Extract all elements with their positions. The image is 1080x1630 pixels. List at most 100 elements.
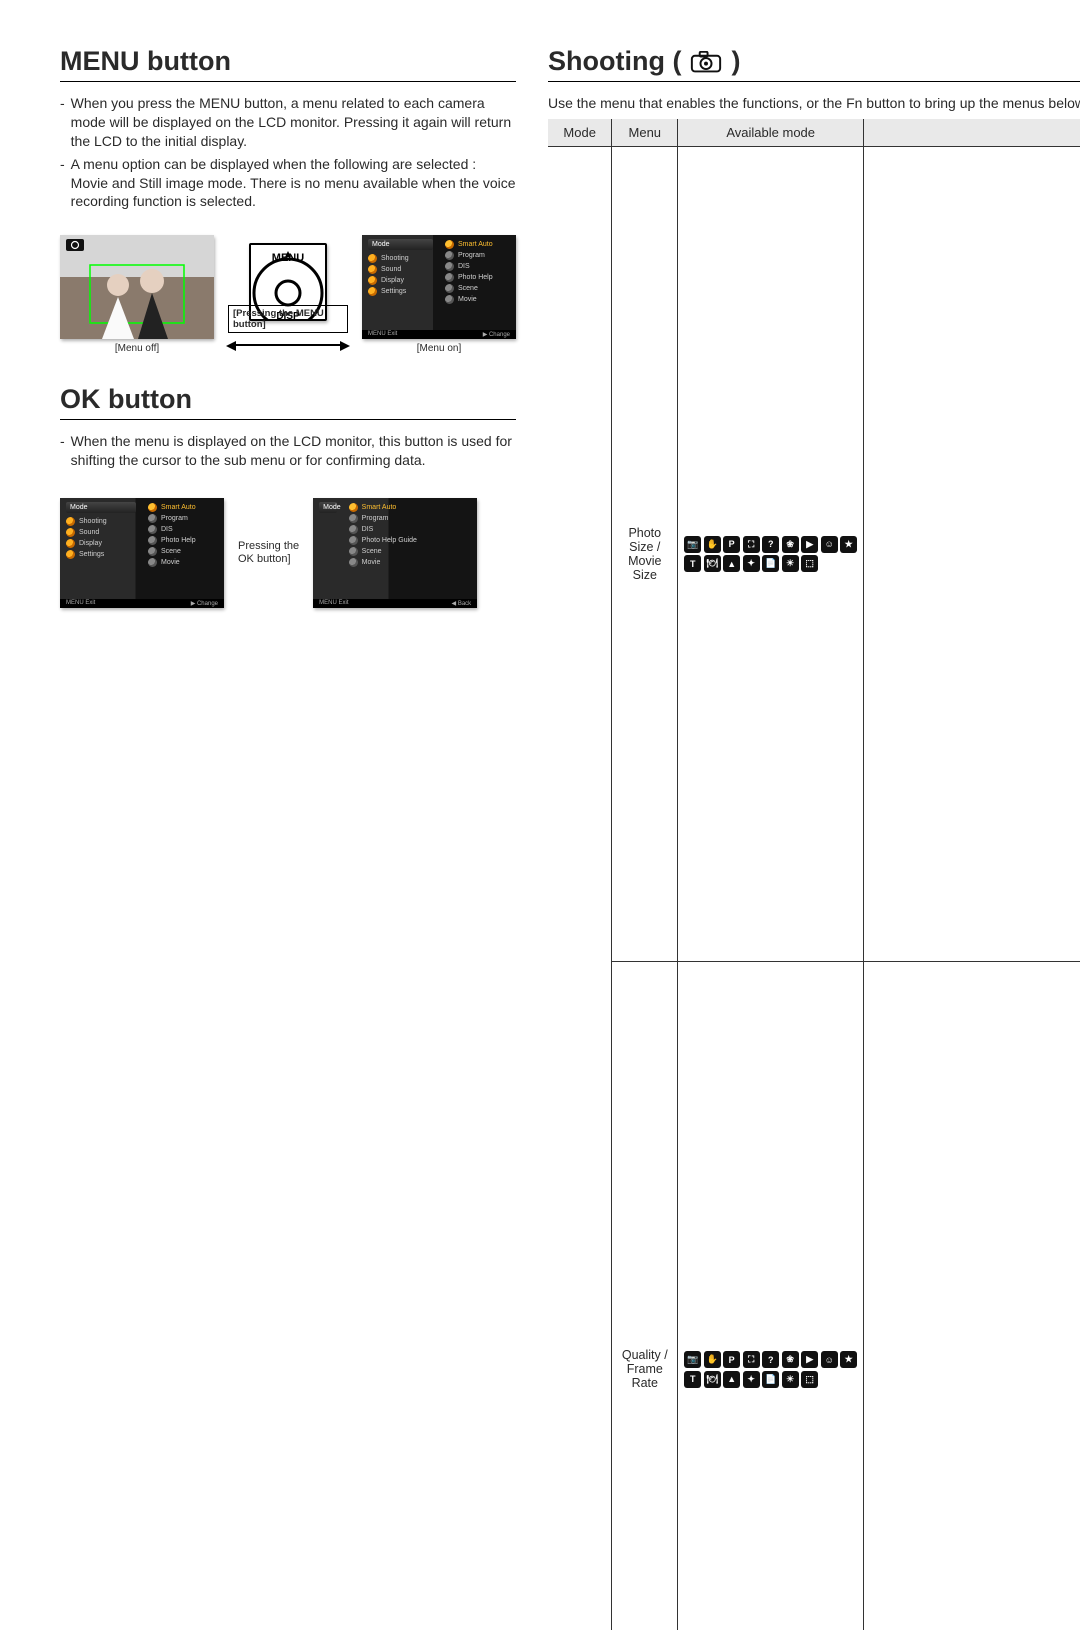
submenu-row: Scene (349, 546, 471, 557)
menu-diagram: [Menu off] MENU DISP [Pressi (60, 235, 516, 354)
mode-icon: ▶ (801, 536, 818, 553)
submenu-row: Photo Help (445, 272, 510, 283)
mode-icon: ⬚ (801, 1371, 818, 1388)
ok-button-heading: OK button (60, 384, 516, 420)
mode-icon: 📄 (762, 555, 779, 572)
camera-icon (689, 51, 723, 73)
submenu-row: Program (148, 513, 218, 524)
two-column-layout: MENU button - When you press the MENU bu… (60, 40, 1020, 1630)
menu-para-1: When you press the MENU button, a menu r… (71, 94, 516, 151)
submenu-row: Movie (349, 557, 471, 568)
mode-icon: ⬚ (801, 555, 818, 572)
ok-para-1: When the menu is displayed on the LCD mo… (71, 432, 516, 470)
menu-item-name: Photo Size / Movie Size (612, 146, 678, 962)
manual-page: MENU button - When you press the MENU bu… (0, 0, 1080, 815)
mode-icon: T (684, 1371, 701, 1388)
available-modes: 📷✋P⛶?❀▶☺★ T🍽▲✦📄☀⬚ (678, 962, 864, 1630)
menu-row: Sound (66, 527, 136, 538)
menu-row: Shooting (368, 253, 433, 264)
menu-row: Shooting (66, 516, 136, 527)
mode-icon: ❀ (782, 1351, 799, 1368)
menu-row: Sound (368, 264, 433, 275)
submenu-row: Smart Auto (349, 502, 471, 513)
right-column: Shooting ( ) Use the menu that enables t… (548, 40, 1080, 1630)
menu-footer: MENU Exit▶ Change (362, 330, 516, 339)
th-available: Available mode (678, 119, 864, 147)
mode-icon: ✦ (743, 1371, 760, 1388)
submenu-row: Program (445, 250, 510, 261)
submenu-row: Smart Auto (148, 502, 218, 513)
press-menu-label: [Pressing the MENU button] (228, 305, 348, 333)
screenshot-menu-off (60, 235, 214, 339)
ok-button-body: - When the menu is displayed on the LCD … (60, 432, 516, 474)
mode-column: (Shooting) (548, 146, 612, 1630)
submenu-row: DIS (148, 524, 218, 535)
submenu-row: Scene (148, 546, 218, 557)
th-mode: Mode (548, 119, 612, 147)
submenu-row: Movie (148, 557, 218, 568)
submenu-row: Movie (445, 294, 510, 305)
submenu-row: DIS (445, 261, 510, 272)
shooting-intro: Use the menu that enables the functions,… (548, 94, 1080, 113)
mode-icon: ▶ (801, 1351, 818, 1368)
mode-icon: 📷 (684, 536, 701, 553)
screenshot-menu-on: ModeShootingSoundDisplaySettingsSmart Au… (362, 235, 516, 339)
table-row: Quality / Frame Rate 📷✋P⛶?❀▶☺★ T🍽▲✦📄☀⬚ p.39 (548, 962, 1080, 1630)
table-row: (Shooting)Photo Size / Movie Size📷✋P⛶?❀▶… (548, 146, 1080, 962)
menu-row: Display (66, 538, 136, 549)
mode-icon: ✋ (704, 536, 721, 553)
left-column: MENU button - When you press the MENU bu… (60, 40, 516, 1630)
mode-icon: ? (762, 1351, 779, 1368)
mode-icon: T (684, 555, 701, 572)
mode-icon: ☺ (821, 1351, 838, 1368)
menu-header: Mode (368, 239, 433, 250)
screenshot-ok-before: Mode ShootingSoundDisplaySettings Smart Au… (60, 498, 224, 608)
mode-icon: ☀ (782, 1371, 799, 1388)
mode-icon: ★ (840, 1351, 857, 1368)
mode-icon: 📄 (762, 1371, 779, 1388)
shooting-menu-table: Mode Menu Available mode Page (Shooting)… (548, 119, 1080, 1630)
caption-menu-off: [Menu off] (115, 343, 159, 354)
mode-icon: 🍽 (704, 1371, 721, 1388)
page-ref: p.39 (864, 962, 1080, 1630)
mode-icon: ✋ (704, 1351, 721, 1368)
mode-icon: ▲ (723, 555, 740, 572)
submenu-row: Program (349, 513, 471, 524)
menu-footer: MENU Exit▶ Change (60, 599, 224, 608)
menu-header: Mode (66, 502, 136, 513)
screenshot-ok-after: ModeSmart AutoProgramDISPhoto Help Guide… (313, 498, 477, 608)
submenu-row: Smart Auto (445, 239, 510, 250)
mode-icon: ★ (840, 536, 857, 553)
mode-icon: ✦ (743, 555, 760, 572)
menu-row: Settings (66, 549, 136, 560)
menu-row: Display (368, 275, 433, 286)
submenu-row: DIS (349, 524, 471, 535)
mode-icon: ? (762, 536, 779, 553)
ok-diagram: Mode ShootingSoundDisplaySettings Smart Au… (60, 498, 516, 608)
available-modes: 📷✋P⛶?❀▶☺★ T🍽▲✦📄☀⬚ (678, 146, 864, 962)
menu-button-heading: MENU button (60, 46, 516, 82)
menu-item-name: Quality / Frame Rate (612, 962, 678, 1630)
submenu-row: Photo Help Guide (349, 535, 471, 546)
shooting-heading: Shooting ( ) (548, 46, 1080, 82)
mode-icon: ☺ (821, 536, 838, 553)
photo-couple-icon (60, 235, 214, 339)
mode-icon: P (723, 1351, 740, 1368)
mode-icon: ▲ (723, 1371, 740, 1388)
menu-footer: MENU Exit◀ Back (313, 599, 477, 608)
caption-menu-on: [Menu on] (417, 343, 461, 354)
mode-icon: 🍽 (704, 555, 721, 572)
mode-icon: ❀ (782, 536, 799, 553)
double-arrow-icon (228, 337, 348, 347)
mode-icon: 📷 (684, 1351, 701, 1368)
page-ref: p.38 (864, 147, 1080, 962)
mode-icon: ⛶ (743, 536, 760, 553)
th-page: Page (864, 119, 1080, 147)
mode-icon: P (723, 536, 740, 553)
submenu-row: Photo Help (148, 535, 218, 546)
menu-para-2: A menu option can be displayed when the … (71, 155, 516, 212)
mode-icon: ☀ (782, 555, 799, 572)
submenu-row: Scene (445, 283, 510, 294)
th-menu: Menu (612, 119, 678, 147)
mode-icon: ⛶ (743, 1351, 760, 1368)
